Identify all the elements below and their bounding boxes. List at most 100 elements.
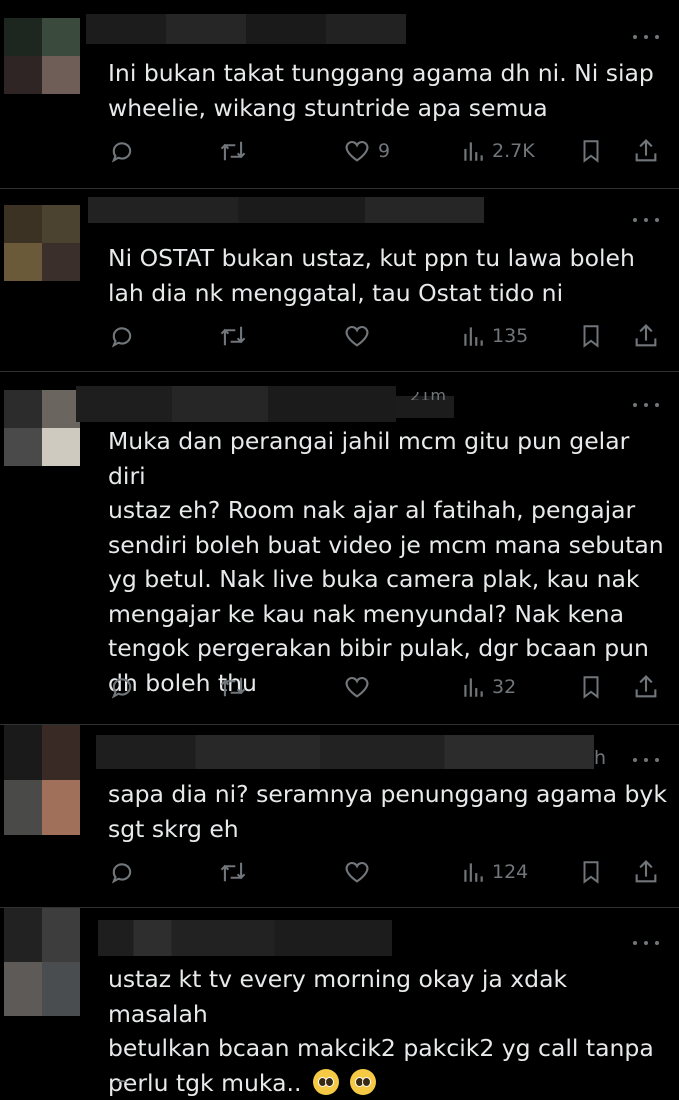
- tweet[interactable]: 21m Muka dan perangai jahil mcm gitu pun…: [0, 372, 679, 724]
- avatar-pixel: [4, 908, 42, 962]
- blurred-username[interactable]: [96, 735, 594, 769]
- more-options-button[interactable]: [633, 32, 659, 42]
- avatar-pixel: [4, 243, 42, 281]
- heart-icon: [345, 676, 369, 698]
- views-button[interactable]: 32: [460, 670, 516, 704]
- avatar-pixel: [42, 243, 80, 281]
- tweet[interactable]: Ini bukan takat tunggang agama dh ni. Ni…: [0, 0, 679, 188]
- tweet-text: sapa dia ni? seramnya penunggang agama b…: [108, 780, 667, 843]
- avatar-pixel: [4, 725, 42, 780]
- more-options-button[interactable]: [633, 215, 659, 225]
- tweet-text: Ini bukan takat tunggang agama dh ni. Ni…: [108, 59, 654, 122]
- share-button[interactable]: [632, 670, 660, 704]
- like-button[interactable]: 9: [342, 134, 390, 168]
- blurred-username[interactable]: [88, 197, 484, 223]
- timestamp: h: [594, 747, 607, 769]
- bookmark-button[interactable]: [578, 319, 604, 353]
- tweet-actions: 124: [108, 855, 668, 889]
- avatar-pixel: [4, 962, 42, 1016]
- avatar-pixel: [4, 428, 42, 466]
- reply-icon: [111, 142, 132, 163]
- views-button[interactable]: 135: [460, 319, 528, 353]
- share-button[interactable]: [632, 319, 660, 353]
- avatar[interactable]: [4, 18, 80, 94]
- blurred-username[interactable]: [98, 920, 392, 956]
- avatar-pixel: [42, 780, 80, 835]
- timestamp: 21m: [410, 392, 446, 400]
- reply-icon: [116, 1080, 128, 1082]
- tweet-actions: 9 2.7K: [108, 134, 668, 168]
- avatar-pixel: [42, 390, 80, 428]
- view-count: 124: [492, 861, 529, 883]
- blurred-username[interactable]: [76, 386, 396, 422]
- heart-icon: [345, 140, 369, 162]
- tweet[interactable]: Ni OSTAT bukan ustaz, kut ppn tu lawa bo…: [0, 189, 679, 371]
- tweet-actions: 32: [108, 670, 668, 704]
- repost-button[interactable]: [218, 319, 248, 353]
- view-count: 2.7K: [492, 140, 535, 162]
- avatar-pixel: [42, 428, 80, 466]
- bookmark-icon: [583, 676, 599, 699]
- avatar-pixel: [4, 780, 42, 835]
- avatar-pixel: [42, 56, 80, 94]
- bookmark-icon: [583, 325, 599, 348]
- share-icon: [635, 860, 657, 883]
- bookmark-icon: [583, 140, 599, 163]
- views-button[interactable]: 2.7K: [460, 134, 535, 168]
- avatar[interactable]: [4, 908, 80, 1016]
- share-icon: [635, 139, 657, 162]
- repost-icon: [220, 677, 246, 697]
- view-count: 32: [492, 676, 517, 698]
- avatar-pixel: [4, 205, 42, 243]
- tweet-actions: [108, 1072, 668, 1082]
- blurred-username[interactable]: [86, 14, 406, 44]
- like-button[interactable]: [342, 670, 372, 704]
- share-icon: [635, 324, 657, 347]
- reply-button[interactable]: [108, 670, 136, 704]
- repost-button[interactable]: [218, 855, 248, 889]
- avatar-pixel: [42, 18, 80, 56]
- more-options-button[interactable]: [633, 755, 659, 765]
- reply-button[interactable]: [108, 134, 136, 168]
- more-options-button[interactable]: [633, 938, 659, 948]
- views-icon: [464, 863, 483, 882]
- bookmark-button[interactable]: [578, 670, 604, 704]
- tweet-text: Muka dan perangai jahil mcm gitu pun gel…: [108, 427, 664, 697]
- tweet[interactable]: h sapa dia ni? seramnya penunggang agama…: [0, 725, 679, 907]
- bookmark-button[interactable]: [578, 855, 604, 889]
- more-options-button[interactable]: [633, 400, 659, 410]
- repost-icon: [220, 862, 246, 882]
- share-icon: [635, 675, 657, 698]
- reply-button[interactable]: [108, 1072, 136, 1082]
- bookmark-button[interactable]: [578, 134, 604, 168]
- like-button[interactable]: [342, 319, 372, 353]
- repost-button[interactable]: [218, 670, 248, 704]
- reply-icon: [111, 863, 132, 884]
- reply-button[interactable]: [108, 855, 136, 889]
- views-button[interactable]: 124: [460, 855, 528, 889]
- avatar[interactable]: [4, 725, 80, 835]
- view-count: 135: [492, 325, 529, 347]
- avatar[interactable]: [4, 205, 80, 281]
- repost-icon: [220, 141, 246, 161]
- views-icon: [464, 678, 483, 697]
- repost-button[interactable]: [218, 134, 248, 168]
- tweet-actions: 135: [108, 319, 668, 353]
- reply-button[interactable]: [108, 319, 136, 353]
- views-icon: [464, 142, 483, 161]
- tweet[interactable]: ustaz kt tv every morning okay ja xdak m…: [0, 908, 679, 1097]
- like-count: 9: [378, 140, 391, 162]
- views-icon: [464, 327, 483, 346]
- bookmark-icon: [583, 861, 599, 884]
- avatar-pixel: [4, 56, 42, 94]
- like-button[interactable]: [342, 855, 372, 889]
- share-button[interactable]: [632, 134, 660, 168]
- avatar[interactable]: [4, 390, 80, 466]
- avatar-pixel: [42, 205, 80, 243]
- reply-icon: [111, 678, 132, 699]
- share-button[interactable]: [632, 855, 660, 889]
- avatar-pixel: [42, 725, 80, 780]
- avatar-pixel: [4, 390, 42, 428]
- reply-icon: [111, 327, 132, 348]
- avatar-pixel: [42, 908, 80, 962]
